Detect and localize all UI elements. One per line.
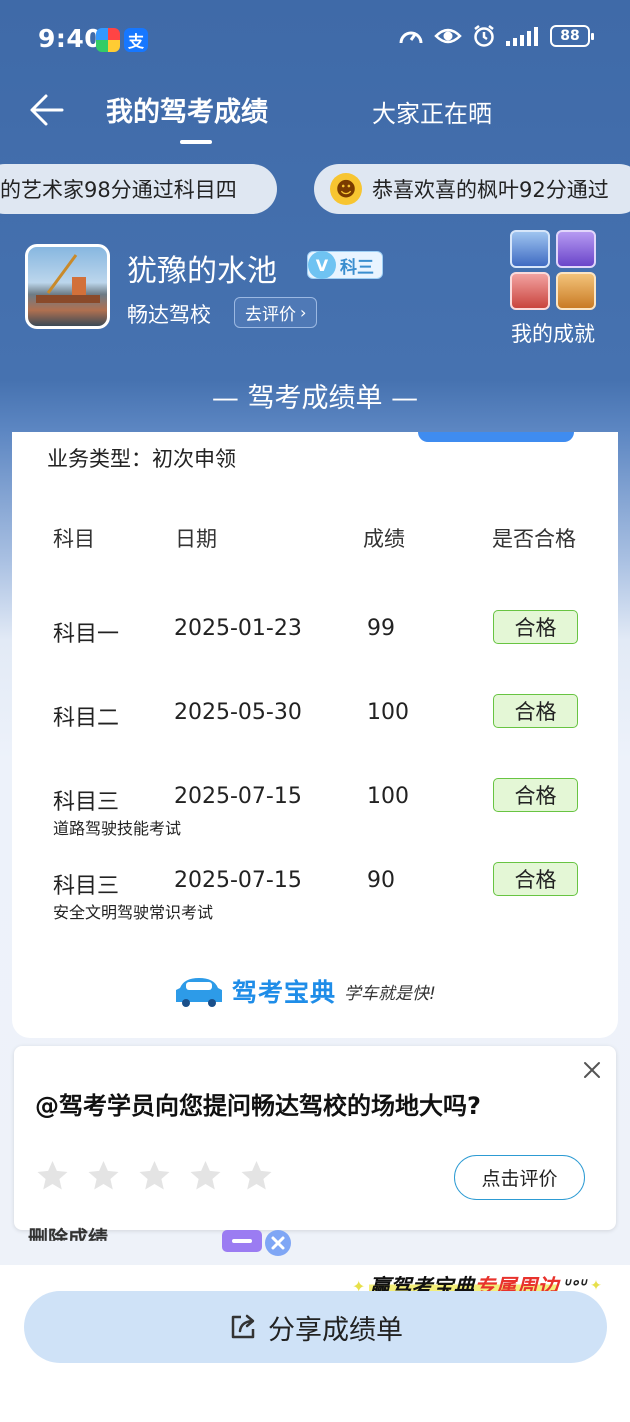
question-panel [14,1046,616,1230]
pass-badge: 合格 [493,694,578,728]
row-subject: 科目三 [53,790,120,815]
question-text: @驾考学员向您提问畅达驾校的场地大吗? [35,1092,481,1120]
medal-icon [510,272,550,310]
rate-school-button[interactable]: 去评价 › [234,297,318,328]
row-date: 2025-07-15 [174,784,302,809]
signal-icon [506,27,538,46]
ticker-text: 的艺术家98分通过科目四 [0,178,237,202]
pass-badge: 合格 [493,862,578,896]
medal-icon [510,230,550,268]
crane-ship-image [36,254,100,303]
row-date: 2025-05-30 [174,700,302,725]
grinning-emoji-icon: ☻ [330,173,362,205]
share-icon [231,1314,255,1339]
avatar[interactable] [25,244,110,329]
achievement-medals[interactable] [510,230,600,310]
verified-icon: V [308,251,336,279]
school-name: 畅达驾校 [127,303,211,327]
status-time: 9:40 [38,24,103,53]
row-note: 安全文明驾驶常识考试 [53,903,214,922]
star-icon[interactable] [187,1158,224,1194]
app-notification-icon [96,28,120,52]
row-score: 100 [367,700,409,725]
eye-icon [434,28,462,44]
card-tab-indicator [418,432,574,442]
star-icon[interactable] [238,1158,275,1194]
header-score: 成绩 [363,527,405,551]
subject-badge: V 科三 [307,251,383,279]
car-icon [176,978,222,1007]
speedometer-icon [399,31,423,44]
username: 犹豫的水池 [127,254,277,289]
row-score: 90 [367,868,395,893]
row-score: 99 [367,616,395,641]
header-pass: 是否合格 [492,527,576,551]
tab-everyone-sharing[interactable]: 大家正在晒 [372,94,492,129]
row-note: 道路驾驶技能考试 [53,819,182,838]
sparkle-icon: ✦ [590,1278,602,1294]
status-icons: 88 [398,24,594,48]
section-title: — 驾考成绩单 — [211,383,419,414]
ticker-item[interactable]: 的艺术家98分通过科目四 [0,164,277,214]
star-icon[interactable] [85,1158,122,1194]
ticker-text: 恭喜欢喜的枫叶92分通过 [372,178,609,202]
business-type: 业务类型：初次申领 [47,447,236,471]
active-tab-indicator [180,140,212,144]
alipay-icon: 支 [124,28,148,52]
back-arrow-icon[interactable] [26,90,66,130]
share-scorecard-button[interactable]: 分享成绩单 [24,1291,607,1363]
row-subject: 科目三 [53,874,120,899]
star-icon[interactable] [34,1158,71,1194]
ticker-item[interactable]: ☻ 恭喜欢喜的枫叶92分通过 [314,164,630,214]
row-date: 2025-07-15 [174,868,302,893]
pass-badge: 合格 [493,610,578,644]
header-subject: 科目 [53,527,95,551]
close-icon[interactable] [580,1058,604,1082]
row-subject: 科目二 [53,706,120,731]
star-rating[interactable] [34,1158,275,1194]
chevron-right-icon: › [300,303,307,322]
battery-indicator: 88 [550,25,594,47]
rate-now-button[interactable]: 点击评价 [454,1155,585,1200]
tab-my-scores[interactable]: 我的驾考成绩 [106,90,268,129]
alarm-icon [474,25,494,47]
achievements-label[interactable]: 我的成就 [511,318,595,348]
row-subject: 科目一 [53,622,120,647]
brand-logo: 驾考宝典 学车就是快! [174,972,436,1010]
star-icon[interactable] [136,1158,173,1194]
delete-toggle-icon[interactable] [222,1228,294,1258]
pass-badge: 合格 [493,778,578,812]
medal-icon [556,272,596,310]
row-score: 100 [367,784,409,809]
row-date: 2025-01-23 [174,616,302,641]
medal-icon [556,230,596,268]
header-date: 日期 [175,527,217,551]
